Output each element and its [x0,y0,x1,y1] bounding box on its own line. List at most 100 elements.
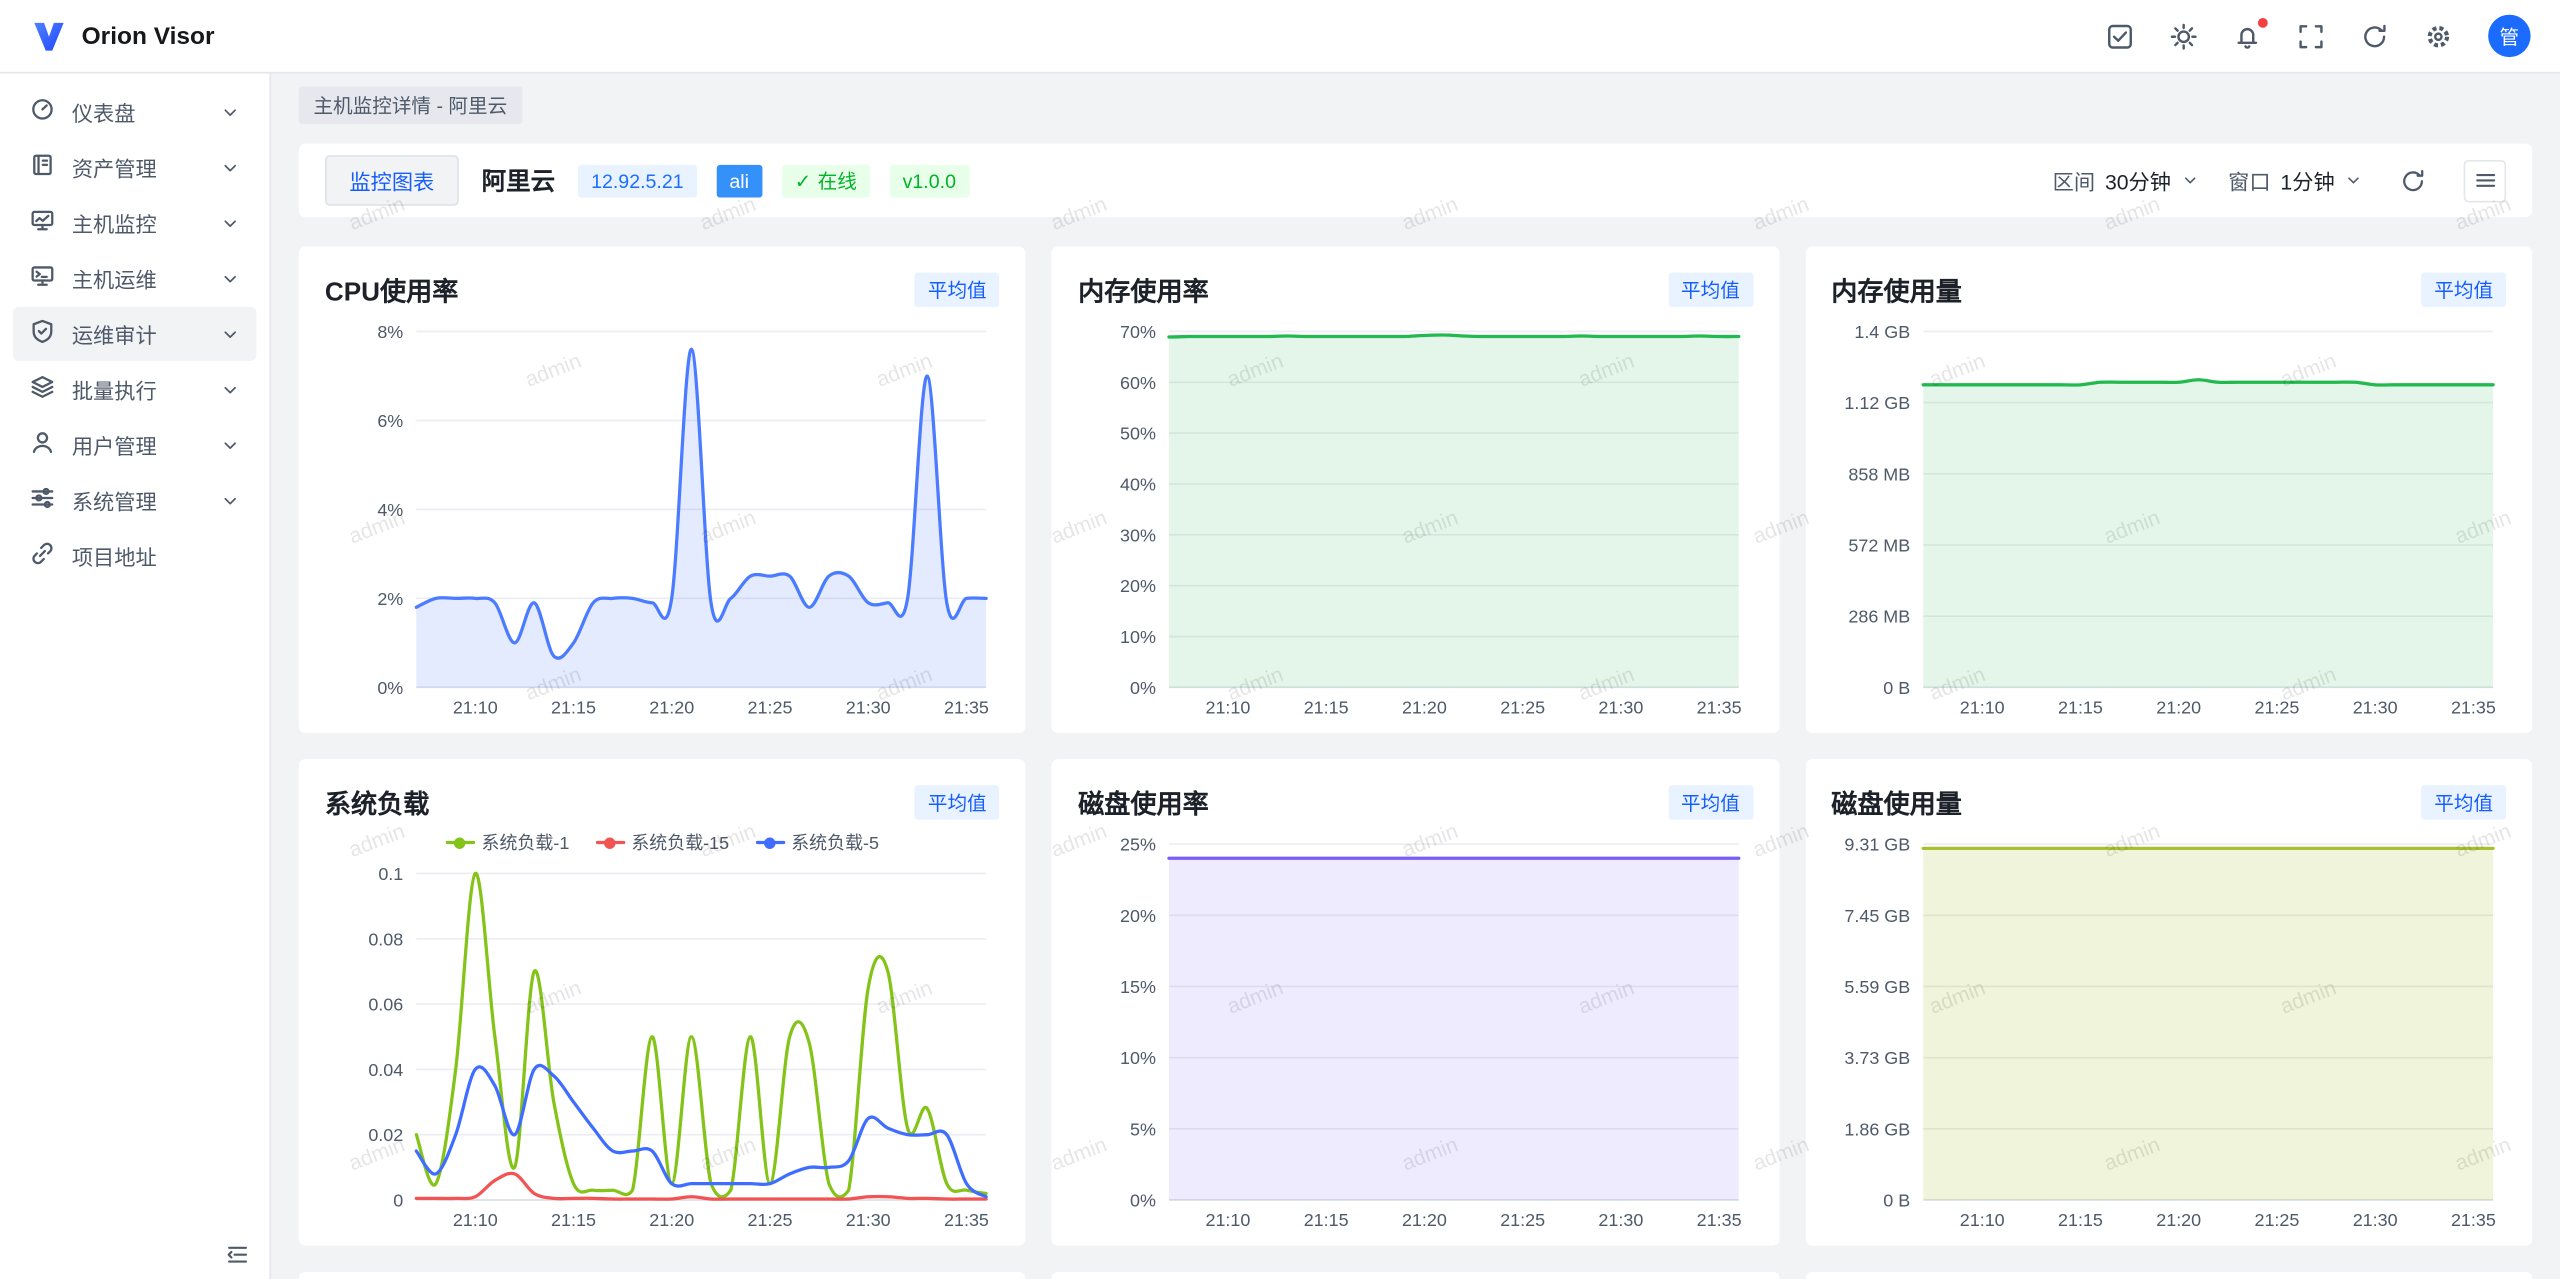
average-badge[interactable]: 平均值 [2421,784,2506,818]
chevron-down-icon [2344,171,2362,189]
svg-text:0%: 0% [377,678,403,698]
svg-text:30%: 30% [1121,525,1157,545]
svg-text:4%: 4% [377,500,403,520]
chevron-down-icon [220,269,240,289]
host-alias-tag: ali [716,164,762,197]
task-check-icon[interactable] [2106,22,2134,50]
chart-title: 内存使用率 [1078,269,1209,308]
svg-text:40%: 40% [1121,474,1157,494]
refresh-charts-button[interactable] [2392,159,2434,201]
chart-card-disk-usage-percent: 磁盘使用率 平均值 25%20%15%10%5%0%21:1021:1521:2… [1052,759,1779,1246]
svg-text:21:20: 21:20 [649,1210,694,1230]
svg-text:21:35: 21:35 [2450,1210,2495,1230]
chart-title: 系统负载 [325,782,430,821]
refresh-icon[interactable] [2361,22,2389,50]
sidebar-item-system-mgmt[interactable]: 系统管理 [13,473,256,527]
fullscreen-icon[interactable] [2297,22,2325,50]
sidebar-item-batch-exec[interactable]: 批量执行 [13,362,256,416]
sidebar-item-host-monitor[interactable]: 主机监控 [13,196,256,250]
monitor-chart-tab-button[interactable]: 监控图表 [325,155,459,206]
sidebar-item-label: 运维审计 [72,318,204,349]
sidebar-item-label: 系统管理 [72,485,204,516]
svg-text:858 MB: 858 MB [1848,464,1910,484]
svg-text:21:20: 21:20 [1402,1210,1447,1230]
breadcrumb-chip: 主机监控详情 - 阿里云 [299,87,522,125]
chart-legend: 系统负载-1 系统负载-15 系统负载-5 [325,828,1000,857]
sidebar-item-ops-audit[interactable]: 运维审计 [13,307,256,361]
legend-item[interactable]: 系统负载-1 [446,829,570,855]
svg-text:21:35: 21:35 [1697,697,1742,717]
svg-text:0.04: 0.04 [368,1060,403,1080]
svg-text:21:15: 21:15 [551,697,596,717]
svg-text:21:15: 21:15 [1304,697,1349,717]
svg-text:21:10: 21:10 [1959,697,2004,717]
chevron-down-icon [220,102,240,122]
main-content: 主机监控详情 - 阿里云 监控图表 阿里云 12.92.5.21 ali ✓ 在… [271,73,2560,1279]
sidebar-collapse-button[interactable] [225,1242,249,1266]
svg-text:1.12 GB: 1.12 GB [1844,393,1910,413]
avatar[interactable]: 管 [2488,15,2530,57]
theme-sun-icon[interactable] [2170,22,2198,50]
chart-layout-menu-button[interactable] [2464,159,2506,201]
sidebar-item-host-ops[interactable]: 主机运维 [13,251,256,305]
average-badge[interactable]: 平均值 [2421,272,2506,306]
svg-text:50%: 50% [1121,424,1157,444]
average-badge[interactable]: 平均值 [1668,784,1753,818]
sidebar-item-project-link[interactable]: 项目地址 [13,529,256,583]
svg-text:0%: 0% [1131,678,1157,698]
svg-text:15%: 15% [1121,977,1157,997]
svg-text:5.59 GB: 5.59 GB [1844,977,1910,997]
svg-text:2%: 2% [377,589,403,609]
svg-text:21:10: 21:10 [453,1210,498,1230]
sidebar-item-label: 主机运维 [72,263,204,294]
chart-title: 磁盘使用量 [1831,782,1962,821]
user-icon [29,429,55,460]
svg-text:60%: 60% [1121,373,1157,393]
chart-title: 内存使用量 [1831,269,1962,308]
svg-text:10%: 10% [1121,627,1157,647]
sidebar-item-label: 批量执行 [72,374,204,405]
svg-text:21:30: 21:30 [1599,697,1644,717]
svg-text:21:25: 21:25 [748,697,793,717]
svg-text:21:30: 21:30 [846,697,891,717]
svg-text:21:35: 21:35 [2450,697,2495,717]
svg-text:21:20: 21:20 [649,697,694,717]
svg-text:21:20: 21:20 [2156,697,2201,717]
memory-usage-percent-chart: 70%60%50%40%30%20%10%0%21:1021:1521:2021… [1078,315,1753,720]
sidebar-item-assets[interactable]: 资产管理 [13,140,256,194]
header-actions: 管 [2106,15,2530,57]
check-icon: ✓ [795,169,811,192]
average-badge[interactable]: 平均值 [915,784,1000,818]
svg-text:21:10: 21:10 [1959,1210,2004,1230]
assets-icon [29,152,55,183]
average-badge[interactable]: 平均值 [915,272,1000,306]
link-icon [29,540,55,571]
svg-text:21:10: 21:10 [1206,1210,1251,1230]
settings-gear-icon[interactable] [2424,22,2452,50]
chevron-down-icon [220,324,240,344]
svg-text:21:25: 21:25 [1501,697,1546,717]
svg-text:21:35: 21:35 [944,1210,989,1230]
svg-text:0.06: 0.06 [368,995,403,1015]
legend-item[interactable]: 系统负载-15 [595,829,729,855]
sidebar-item-dashboard[interactable]: 仪表盘 [13,85,256,139]
legend-item[interactable]: 系统负载-5 [755,829,879,855]
dashboard-icon [29,96,55,127]
svg-text:21:25: 21:25 [748,1210,793,1230]
sidebar-item-label: 主机监控 [72,207,204,238]
disk-usage-percent-chart: 25%20%15%10%5%0%21:1021:1521:2021:2521:3… [1078,828,1753,1233]
sidebar-item-user-mgmt[interactable]: 用户管理 [13,418,256,472]
logo-v-icon [29,16,68,55]
svg-text:0%: 0% [1131,1191,1157,1211]
sidebar-menu: 仪表盘 资产管理 主机监控 主机运维 [0,83,269,1242]
average-badge[interactable]: 平均值 [1668,272,1753,306]
svg-text:21:30: 21:30 [846,1210,891,1230]
notification-bell-icon[interactable] [2233,22,2261,50]
app-root: Orion Visor 管 [0,0,2560,1279]
window-select[interactable]: 窗口 1分钟 [2228,165,2362,196]
svg-text:21:25: 21:25 [2254,697,2299,717]
interval-select[interactable]: 区间 30分钟 [2053,165,2199,196]
svg-text:0 B: 0 B [1883,1191,1910,1211]
svg-text:21:15: 21:15 [551,1210,596,1230]
svg-text:286 MB: 286 MB [1848,607,1910,627]
